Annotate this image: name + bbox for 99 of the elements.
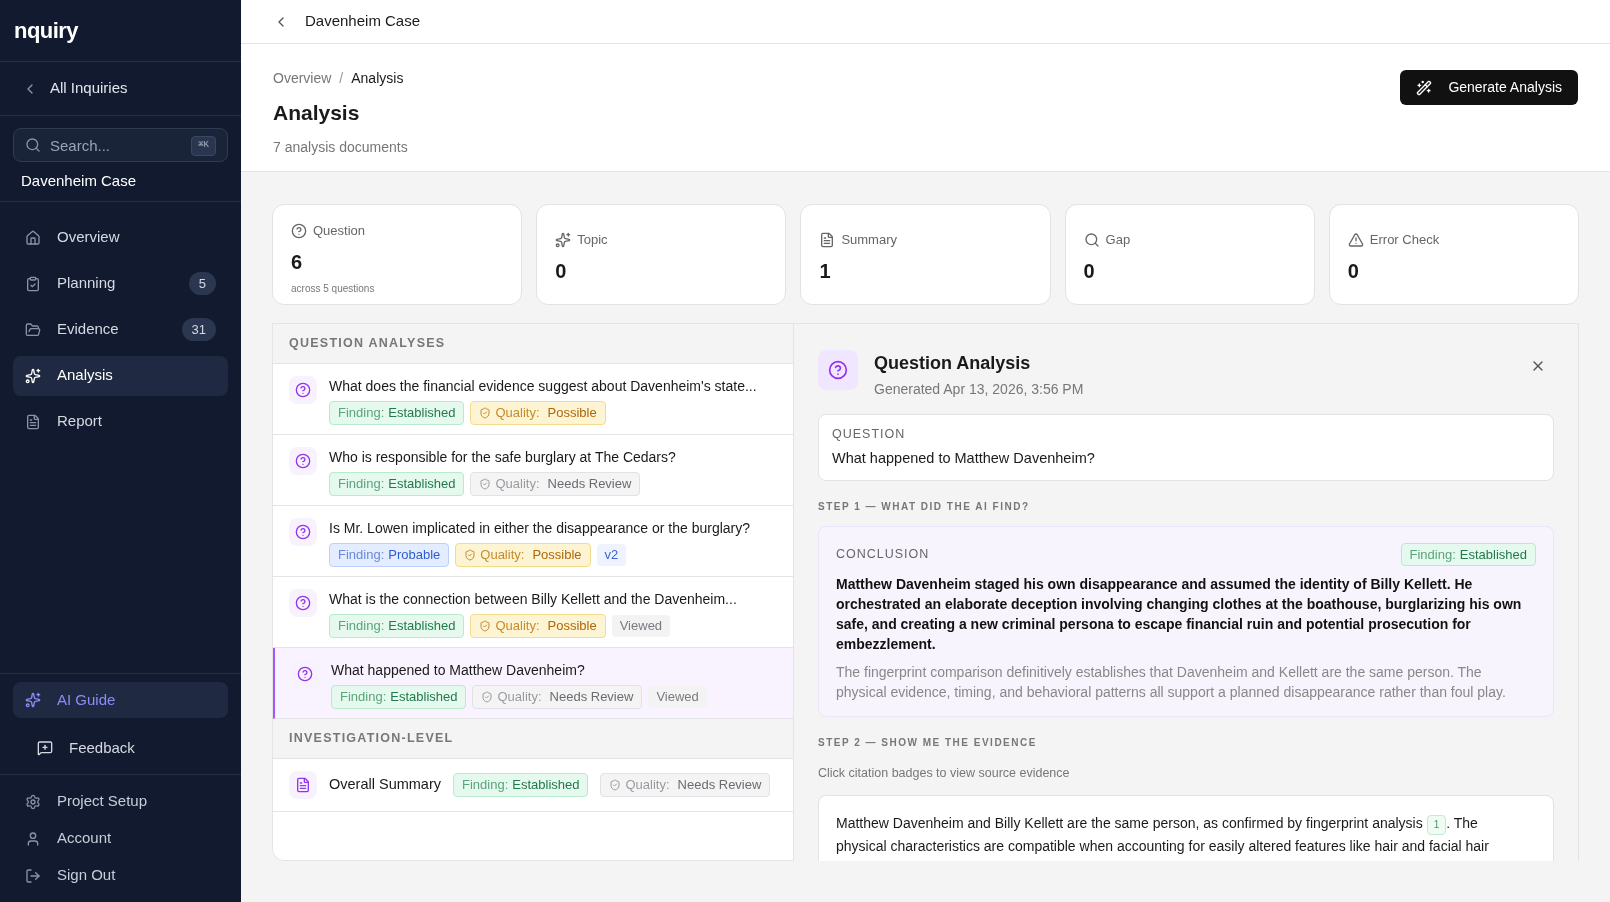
status-tag: v2 [596,544,627,566]
analysis-row[interactable]: Is Mr. Lowen implicated in either the disappearance or the burglary? Finding: Probable Quality: Possible v2 [273,506,793,577]
user-icon [25,830,41,847]
stat-note: across 5 questions [291,281,376,296]
feedback-button[interactable]: Feedback [13,730,228,766]
quality-badge: Quality: Needs Review [600,773,771,797]
page-title: Davenheim Case [305,11,421,32]
settings-icon [25,793,41,810]
quality-badge: Quality: Possible [470,614,606,638]
status-tag: Viewed [648,686,707,708]
analysis-row[interactable]: Who is responsible for the safe burglary at The Cedars? Finding: Established Quality: Needs Review [273,435,793,506]
section-heading: INVESTIGATION-LEVEL [273,719,793,759]
case-name: Davenheim Case [20,171,138,191]
sign-out-icon [25,867,41,884]
rationale-text: The fingerprint comparison definitively establishes that Davenheim and Kellett are the same person. The physical evidence, timing, and behavioral patterns all support a planned disappearance rather than foul play. [836,663,1507,702]
conclusion-text: Matthew Davenheim staged his own disappearance and assumed the identity of Billy Kellett. He orchestrated an elaborate deception involving changing clothes at the boathouse, burglarizing his own safe, and creating a new criminal persona to escape financial ruin and potential prosecution for embezzlement. [836,575,1523,654]
document-icon [295,777,311,793]
generated-date: Generated Apr 13, 2026, 3:56 PM [874,380,1085,399]
stat-label: Error Check [1369,231,1440,249]
question-icon [297,666,313,682]
step-heading: STEP 2 — SHOW ME THE EVIDENCE [818,736,1038,750]
question-icon [828,360,848,380]
nav-item[interactable]: Planning 5 [13,263,228,304]
logo: nquiry [14,17,78,45]
nav-item[interactable]: Analysis [13,355,228,396]
document-icon [25,413,41,430]
detail-title: Question Analysis [874,352,1032,375]
message-plus-icon [37,740,53,756]
shortcut-key: ⌘K [191,136,216,156]
magic-wand-icon [1416,79,1433,96]
count-badge: 31 [181,317,216,342]
quality-badge: Quality: Possible [470,401,606,425]
ai-guide-button[interactable]: AI Guide [13,682,228,718]
stat-label: Question [313,222,366,240]
evidence-text: Matthew Davenheim and Billy Kellett are the same person, as confirmed by fingerprint analysis 1 . The physical characteristics are compatible when accounting for easily altered features like hair and facial hair [836,813,1490,856]
finding-badge: Finding: Established [331,685,467,709]
question-icon [295,382,311,398]
step-heading: STEP 1 — WHAT DID THE AI FIND? [818,499,1031,514]
sparkles-icon [25,367,41,384]
row-title: Who is responsible for the safe burglary at The Cedars? [329,448,676,467]
question-label: QUESTION [832,426,907,443]
row-title: Is Mr. Lowen implicated in either the disappearance or the burglary? [329,519,750,538]
count-badge: 5 [188,271,216,296]
analysis-row[interactable]: What does the financial evidence suggest about Davenheim's state... Finding: Established Quality: Possible [273,364,793,435]
sparkles-icon [555,231,572,248]
nav-item[interactable]: Overview [13,217,228,258]
status-tag: Viewed [611,615,671,637]
quality-badge: Quality: Needs Review [470,472,641,496]
stat-value: 0 [1347,258,1360,284]
stat-value: 0 [1083,258,1096,284]
quality-badge: Quality: Needs Review [472,685,643,709]
page-heading: Analysis [273,100,361,126]
question-icon [295,453,311,469]
question-icon [295,524,311,540]
finding-badge: Finding: Established [1400,542,1536,566]
document-icon [819,231,836,248]
finding-badge: Finding: Established [329,614,465,638]
footer-link[interactable]: Account [13,820,228,857]
search-icon [25,137,41,153]
generate-button[interactable]: Generate Analysis [1400,70,1578,105]
stat-value: 6 [291,249,304,275]
breadcrumb-link[interactable]: Analysis [351,68,404,89]
finding-badge: Finding: Probable [329,543,450,567]
footer-link[interactable]: Project Setup [13,783,228,820]
stat-label: Summary [841,231,897,249]
breadcrumb-separator: / [339,69,344,88]
row-title: What happened to Matthew Davenheim? [331,661,586,680]
breadcrumb-link[interactable]: Overview [273,68,332,89]
nav-item[interactable]: Report [13,401,228,442]
clipboard-icon [25,275,41,292]
footer-link[interactable]: Sign Out [13,857,228,894]
hint-text: Click citation badges to view source evidence [818,765,1071,782]
analysis-row[interactable]: Overall Summary Finding: Established Quality: Needs Review [273,759,793,812]
folder-icon [25,321,41,338]
analysis-row[interactable]: What happened to Matthew Davenheim? Finding: Established Quality: Needs Review Viewed [273,648,793,719]
search-icon [1083,231,1100,248]
row-title: Overall Summary [329,775,441,795]
analysis-row[interactable]: What is the connection between Billy Kellett and the Davenheim... Finding: Established Quality: Possible Viewed [273,577,793,648]
finding-badge: Finding: Established [329,472,465,496]
stat-value: 0 [555,258,568,284]
nav-item[interactable]: Evidence 31 [13,309,228,350]
stat-label: Gap [1105,231,1131,249]
finding-badge: Finding: Established [329,401,465,425]
back-link[interactable]: All Inquiries [50,77,128,100]
document-count: 7 analysis documents [273,137,408,157]
question-text: What happened to Matthew Davenheim? [832,448,1096,468]
warning-icon [1347,231,1364,248]
conclusion-label: CONCLUSION [836,545,930,563]
row-title: What does the financial evidence suggest about Davenheim's state... [329,377,757,396]
stat-label: Topic [577,231,608,249]
sparkles-icon [25,692,41,708]
row-title: What is the connection between Billy Kellett and the Davenheim... [329,590,737,609]
stat-value: 1 [819,258,832,284]
question-icon [295,595,311,611]
section-heading: QUESTION ANALYSES [273,324,793,364]
quality-badge: Quality: Possible [455,543,591,567]
question-icon [291,222,307,239]
finding-badge: Finding: Established [453,773,589,797]
house-icon [25,229,41,246]
